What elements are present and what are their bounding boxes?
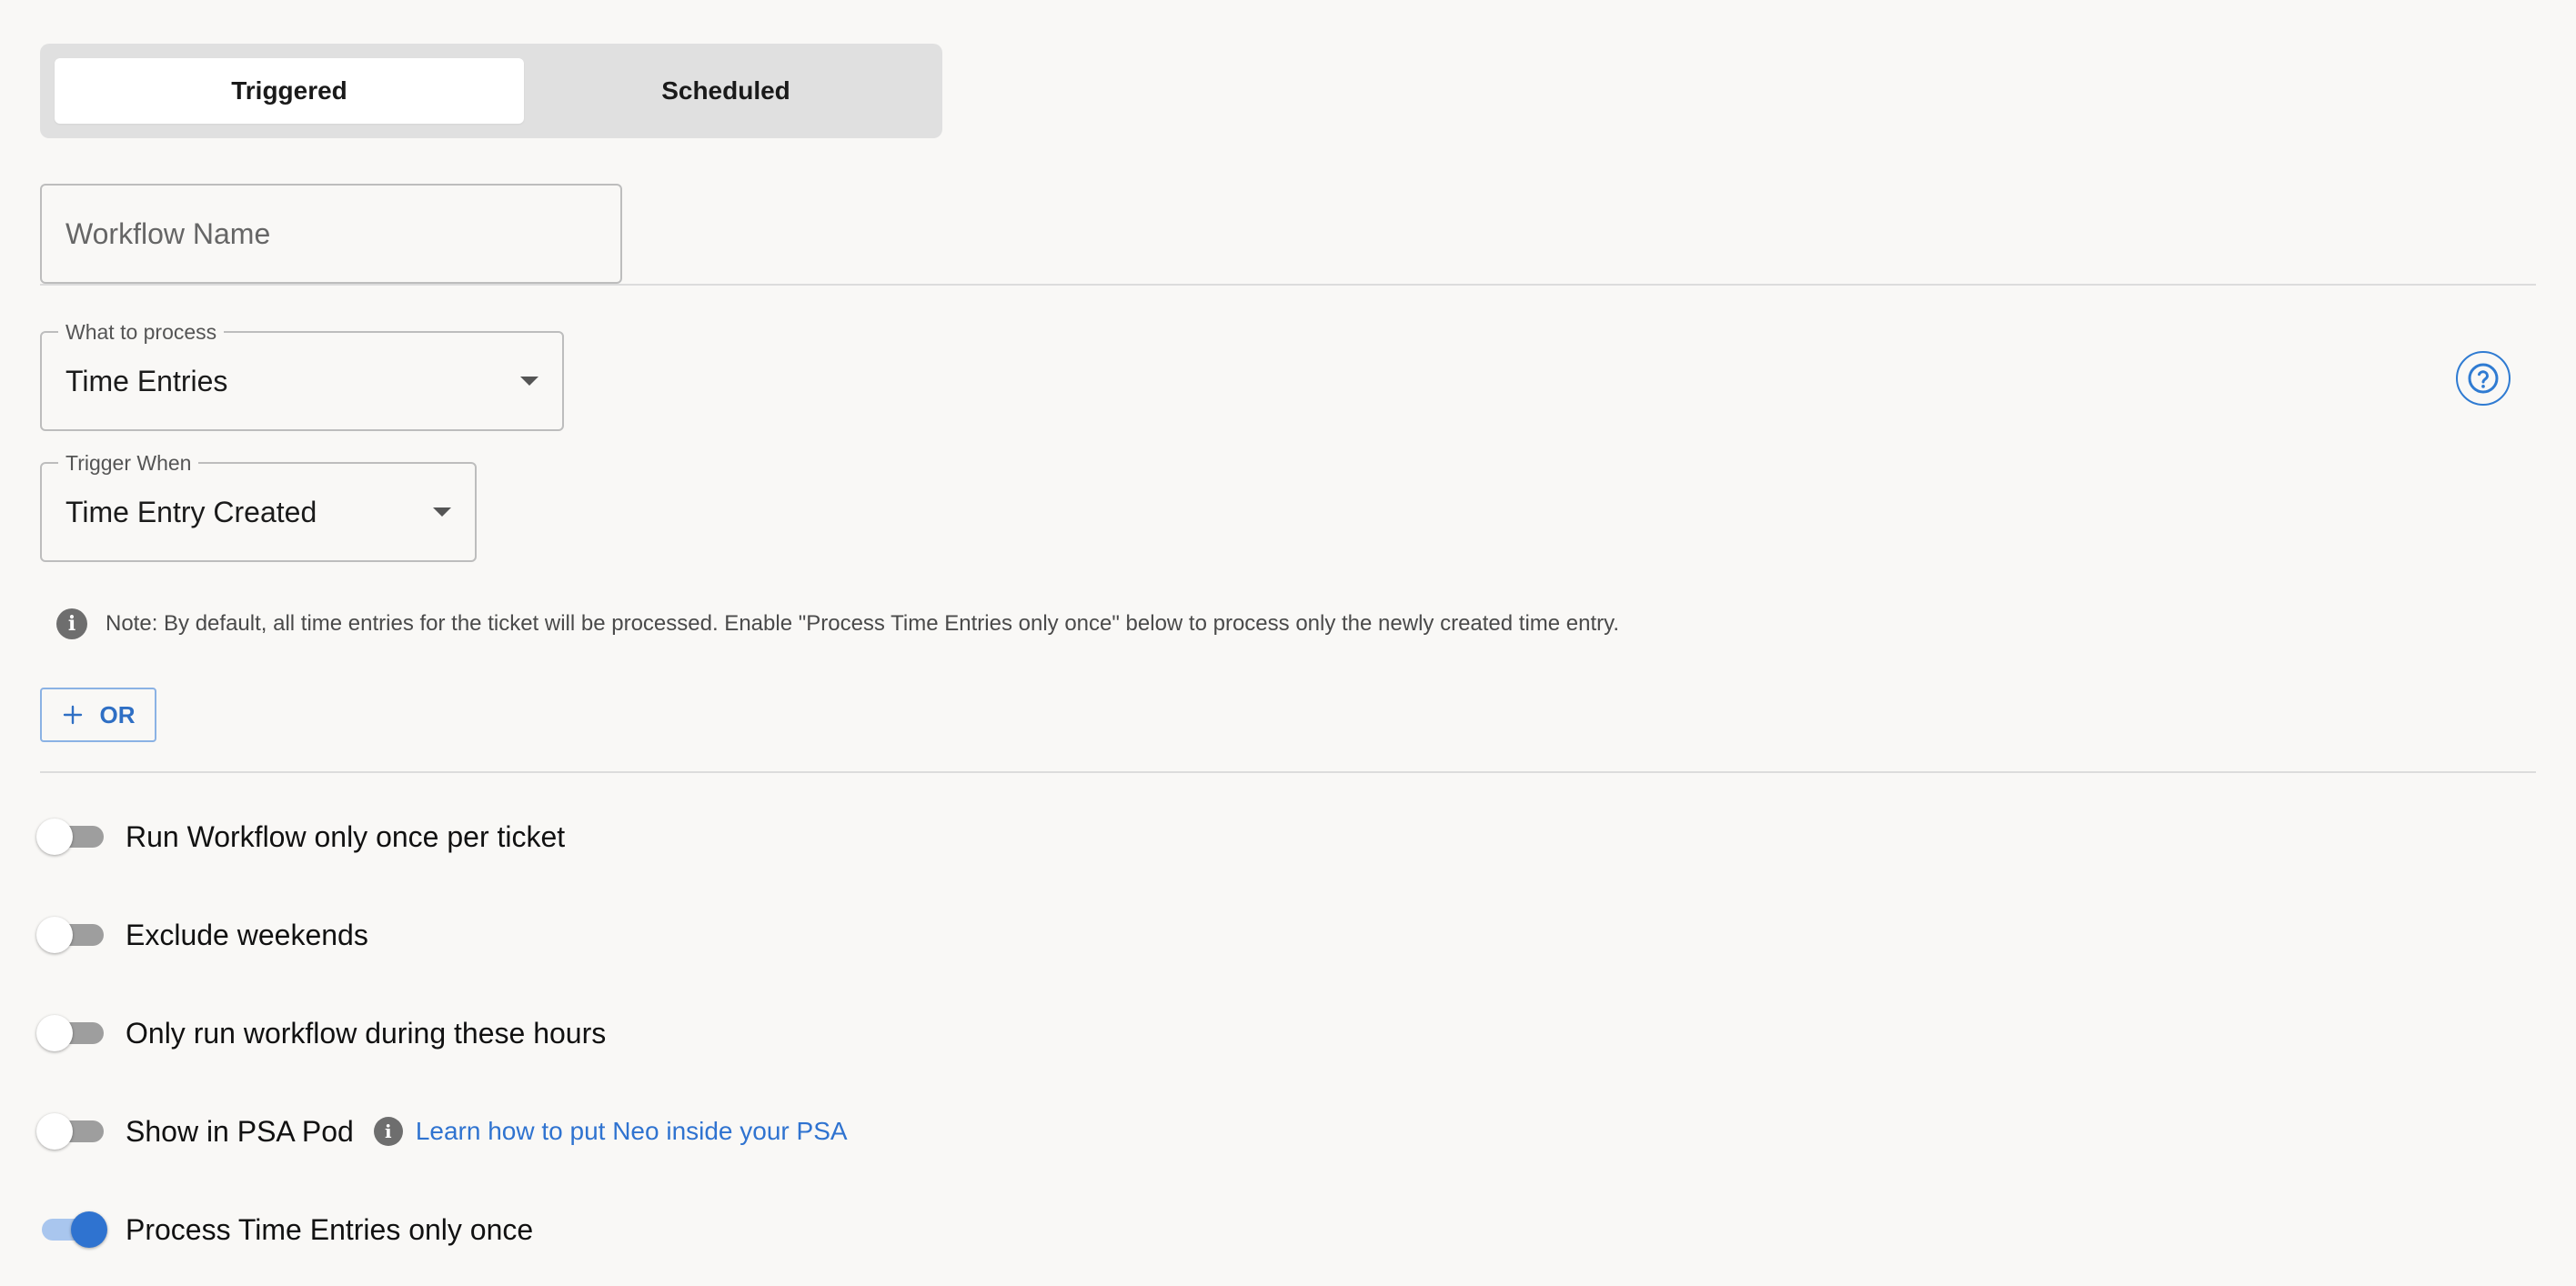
process-time-entries-once-toggle[interactable]: [36, 1210, 109, 1250]
trigger-when-value: Time Entry Created: [65, 495, 317, 528]
exclude-weekends-toggle[interactable]: [36, 915, 109, 955]
toggle-label: Show in PSA Pod: [126, 1114, 354, 1148]
learn-psa-link[interactable]: Learn how to put Neo inside your PSA: [416, 1117, 848, 1146]
info-icon: i: [373, 1117, 403, 1146]
caret-down-icon: [433, 507, 451, 517]
toggle-row-process-time-entries-once: Process Time Entries only once: [36, 1210, 533, 1250]
info-icon: i: [56, 608, 87, 639]
plus-icon: [63, 705, 82, 725]
workflow-type-tabs: Triggered Scheduled: [40, 44, 942, 138]
toggle-label: Process Time Entries only once: [126, 1212, 534, 1246]
toggle-label: Only run workflow during these hours: [126, 1016, 607, 1050]
run-during-hours-toggle[interactable]: [36, 1013, 109, 1053]
toggle-row-run-once-per-ticket: Run Workflow only once per ticket: [36, 817, 565, 857]
caret-down-icon: [520, 377, 538, 386]
toggle-row-run-during-hours: Only run workflow during these hours: [36, 1013, 606, 1053]
show-in-psa-pod-toggle[interactable]: [36, 1111, 109, 1151]
toggle-label: Exclude weekends: [126, 918, 368, 951]
note-text: Note: By default, all time entries for t…: [106, 611, 1620, 636]
help-circle-icon[interactable]: [2456, 351, 2511, 406]
toggle-row-show-in-psa-pod: Show in PSA Pod i Learn how to put Neo i…: [36, 1111, 848, 1151]
toggle-label: Run Workflow only once per ticket: [126, 819, 566, 853]
tab-scheduled[interactable]: Scheduled: [524, 58, 928, 124]
workflow-name-input[interactable]: [40, 184, 622, 284]
what-to-process-value: Time Entries: [65, 364, 228, 397]
run-once-per-ticket-toggle[interactable]: [36, 817, 109, 857]
what-to-process-select[interactable]: What to process Time Entries: [40, 320, 564, 431]
divider: [40, 771, 2536, 773]
tab-triggered[interactable]: Triggered: [55, 58, 524, 124]
toggle-row-exclude-weekends: Exclude weekends: [36, 915, 368, 955]
or-button-label: OR: [99, 700, 136, 728]
add-or-condition-button[interactable]: OR: [40, 688, 156, 742]
divider: [40, 284, 2536, 286]
trigger-when-select[interactable]: Trigger When Time Entry Created: [40, 451, 477, 562]
question-mark-icon: [2468, 363, 2499, 394]
processing-note: i Note: By default, all time entries for…: [56, 608, 1619, 640]
